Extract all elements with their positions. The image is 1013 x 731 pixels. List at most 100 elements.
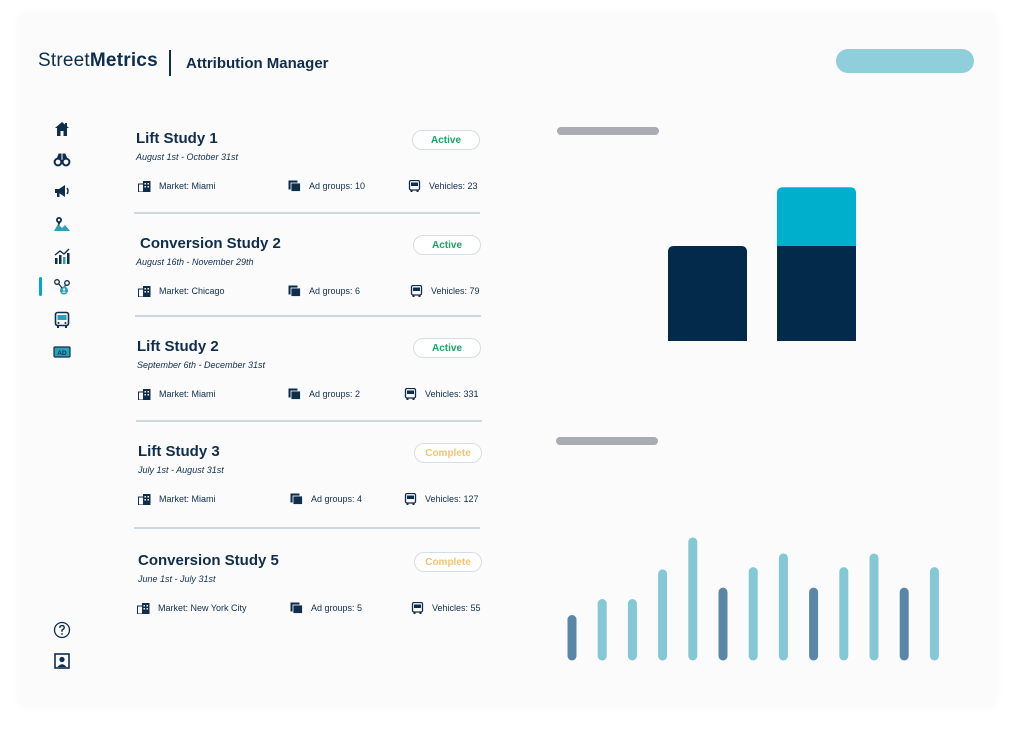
study-card[interactable]: Conversion Study 2 August 16th - Novembe… — [134, 235, 482, 339]
bus-icon — [408, 180, 421, 192]
page-title: Attribution Manager — [186, 55, 329, 72]
chart-icon — [54, 248, 70, 264]
attribution-icon — [54, 279, 70, 295]
study-title[interactable]: Conversion Study 2 — [140, 235, 281, 252]
adgroups-meta: Ad groups: 10 — [288, 180, 365, 192]
sidebar-item-campaigns[interactable] — [53, 182, 71, 200]
study-title[interactable]: Lift Study 3 — [138, 443, 220, 460]
adgroups-label: Ad groups: 10 — [309, 181, 366, 191]
vehicles-meta: Vehicles: 79 — [410, 285, 480, 297]
vehicles-meta: Vehicles: 55 — [411, 602, 481, 614]
map-icon — [54, 217, 70, 231]
study-dates: July 1st - August 31st — [138, 465, 224, 475]
binoculars-icon — [53, 153, 71, 167]
study-title[interactable]: Lift Study 2 — [137, 338, 219, 355]
svg-text:AD: AD — [57, 350, 67, 357]
vehicles-label: Vehicles: 127 — [425, 494, 479, 504]
layers-icon — [288, 180, 301, 192]
market-meta: Market: Chicago — [138, 285, 225, 297]
chart-title-placeholder — [557, 127, 659, 135]
sidebar-item-profile[interactable] — [53, 652, 71, 670]
study-card[interactable]: Lift Study 1 August 1st - October 31st A… — [134, 130, 482, 234]
home-icon — [55, 122, 69, 136]
study-title[interactable]: Conversion Study 5 — [138, 552, 279, 569]
market-label: Market: Miami — [159, 181, 216, 191]
layers-icon — [288, 388, 301, 400]
card-divider — [134, 212, 480, 214]
adgroups-meta: Ad groups: 4 — [290, 493, 362, 505]
market-label: Market: Miami — [159, 494, 216, 504]
bus-icon — [411, 602, 424, 614]
adgroups-label: Ad groups: 6 — [309, 286, 361, 296]
stacked-bar-chart — [668, 187, 856, 341]
chart-title-placeholder — [556, 437, 658, 445]
sidebar-active-indicator — [39, 277, 42, 296]
sidebar-item-map[interactable] — [53, 215, 71, 233]
study-title[interactable]: Lift Study 1 — [136, 130, 218, 147]
card-divider — [135, 315, 481, 317]
card-divider — [136, 420, 482, 422]
vertical-line-chart — [567, 537, 939, 661]
study-dates: September 6th - December 31st — [137, 360, 266, 370]
sidebar-item-vehicles[interactable] — [53, 311, 71, 329]
building-icon — [138, 286, 151, 297]
market-meta: Market: Miami — [138, 493, 216, 505]
header-placeholder-pill[interactable] — [836, 49, 974, 73]
study-card[interactable]: Lift Study 3 July 1st - August 31st Comp… — [134, 443, 482, 547]
status-badge: Complete — [414, 552, 482, 572]
status-badge: Active — [412, 130, 480, 150]
adgroups-meta: Ad groups: 5 — [290, 602, 362, 614]
sidebar-item-attribution[interactable] — [53, 278, 71, 296]
study-card[interactable]: Conversion Study 5 June 1st - July 31st … — [134, 552, 482, 656]
profile-icon — [54, 653, 70, 669]
layers-icon — [290, 493, 303, 505]
layers-icon — [290, 602, 303, 614]
vehicles-meta: Vehicles: 127 — [404, 493, 479, 505]
adgroups-meta: Ad groups: 2 — [288, 388, 360, 400]
sidebar-item-home[interactable] — [53, 120, 71, 138]
vehicles-meta: Vehicles: 331 — [404, 388, 479, 400]
streetmetrics-logo[interactable]: StreetMetrics — [38, 50, 158, 72]
market-label: Market: Miami — [159, 389, 216, 399]
layers-icon — [288, 285, 301, 297]
study-dates: August 1st - October 31st — [136, 152, 239, 162]
sidebar-item-analytics[interactable] — [53, 247, 71, 265]
bus-icon — [404, 388, 417, 400]
bus-icon — [410, 285, 423, 297]
bus-icon — [404, 493, 417, 505]
vehicles-label: Vehicles: 23 — [429, 181, 478, 191]
study-card[interactable]: Lift Study 2 September 6th - December 31… — [134, 338, 482, 442]
adgroups-label: Ad groups: 2 — [309, 389, 361, 399]
logo-text-light: Street — [38, 50, 90, 71]
adgroups-label: Ad groups: 4 — [311, 494, 363, 504]
bus-icon — [54, 311, 70, 328]
study-dates: June 1st - July 31st — [138, 574, 216, 584]
building-icon — [138, 494, 151, 505]
card-divider — [134, 527, 480, 529]
sidebar-item-explore[interactable] — [53, 151, 71, 169]
logo-text-bold: Metrics — [89, 50, 158, 71]
bar-segment-top — [777, 187, 856, 246]
bar-segment-base — [777, 246, 856, 341]
status-badge: Active — [413, 338, 481, 358]
sidebar-item-help[interactable] — [53, 621, 71, 639]
vehicles-label: Vehicles: 55 — [432, 603, 481, 613]
building-icon — [137, 603, 150, 614]
megaphone-icon — [55, 185, 69, 197]
vehicles-meta: Vehicles: 23 — [408, 180, 478, 192]
adgroups-label: Ad groups: 5 — [311, 603, 363, 613]
status-badge: Active — [413, 235, 481, 255]
header-divider — [169, 50, 171, 76]
market-label: Market: Chicago — [159, 286, 225, 296]
sidebar-item-ads[interactable]: AD — [53, 343, 71, 361]
vehicles-label: Vehicles: 331 — [425, 389, 479, 399]
market-meta: Market: Miami — [138, 180, 216, 192]
market-meta: Market: Miami — [138, 388, 216, 400]
vehicles-label: Vehicles: 79 — [431, 286, 480, 296]
building-icon — [138, 181, 151, 192]
market-label: Market: New York City — [158, 603, 247, 613]
ad-icon: AD — [53, 346, 71, 358]
adgroups-meta: Ad groups: 6 — [288, 285, 360, 297]
help-icon — [53, 621, 71, 639]
study-dates: August 16th - November 29th — [136, 257, 254, 267]
